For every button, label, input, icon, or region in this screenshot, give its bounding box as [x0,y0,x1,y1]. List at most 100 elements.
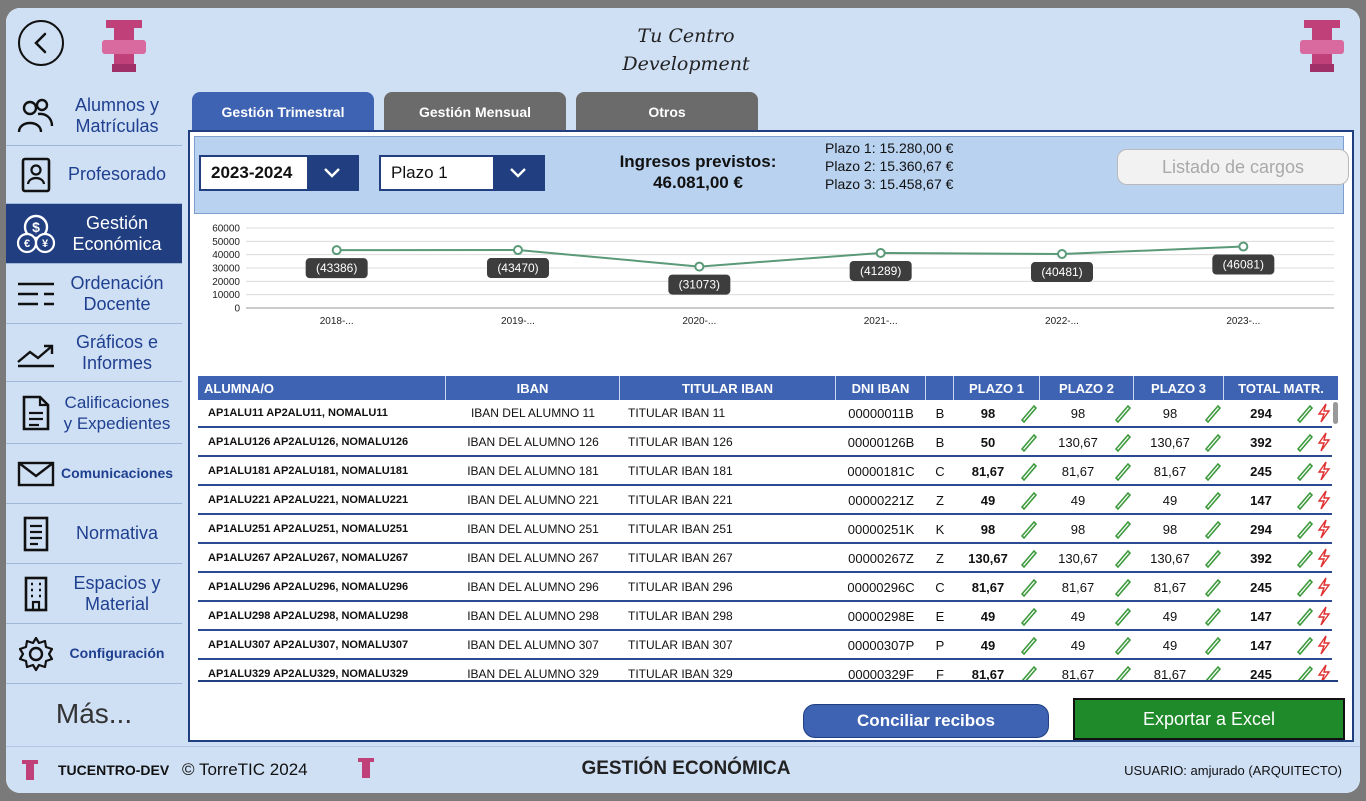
column-header-alumno[interactable]: ALUMNA/O [198,376,446,400]
lightning-icon[interactable] [1316,489,1332,511]
edit-pencil-icon[interactable] [1202,402,1224,424]
table-row[interactable]: AP1ALU181 AP2ALU181, NOMALU181 IBAN DEL A… [198,458,1332,486]
sidebar-item-alumnos[interactable]: Alumnos y Matrículas [6,86,182,146]
edit-pencil-icon[interactable] [1112,547,1134,569]
lightning-icon[interactable] [1316,605,1332,627]
edit-pencil-icon[interactable] [1294,431,1316,453]
column-header-total[interactable]: TOTAL MATR. [1224,376,1338,400]
table-scrollbar[interactable] [1333,402,1338,424]
year-dropdown[interactable]: 2023-2024 [199,155,359,191]
edit-pencil-icon[interactable] [1202,576,1224,598]
sidebar-item-normativa[interactable]: Normativa [6,504,182,564]
sidebar-item-graficos[interactable]: Gráficos e Informes [6,324,182,382]
edit-pencil-icon[interactable] [1202,663,1224,680]
edit-pencil-icon[interactable] [1294,489,1316,511]
edit-pencil-icon[interactable] [1018,489,1040,511]
edit-pencil-icon[interactable] [1202,489,1224,511]
y-tick-label: 0 [234,304,240,315]
table-row[interactable]: AP1ALU329 AP2ALU329, NOMALU329 IBAN DEL A… [198,661,1332,682]
lightning-icon[interactable] [1316,663,1332,680]
edit-pencil-icon[interactable] [1294,605,1316,627]
edit-pencil-icon[interactable] [1018,576,1040,598]
sidebar-item-espacios[interactable]: Espacios y Material [6,564,182,624]
listado-cargos-button[interactable]: Listado de cargos [1117,149,1349,185]
edit-pencil-icon[interactable] [1202,605,1224,627]
table-row[interactable]: AP1ALU298 AP2ALU298, NOMALU298 IBAN DEL A… [198,603,1332,631]
edit-pencil-icon[interactable] [1018,431,1040,453]
table-body[interactable]: AP1ALU11 AP2ALU11, NOMALU11 IBAN DEL ALUM… [198,400,1338,682]
plazo3-value: 81,67 [1153,666,1187,682]
sidebar-item-ordenacion[interactable]: Ordenación Docente [6,264,182,324]
edit-pencil-icon[interactable] [1018,663,1040,680]
tab-gestion-mensual[interactable]: Gestión Mensual [384,92,566,132]
sidebar-item-comunicaciones[interactable]: Comunicaciones [6,444,182,504]
edit-pencil-icon[interactable] [1294,663,1316,680]
table-row[interactable]: AP1ALU251 AP2ALU251, NOMALU251 IBAN DEL A… [198,516,1332,544]
sidebar-item-profesorado[interactable]: Profesorado [6,146,182,204]
svg-text:$: $ [32,219,40,235]
table-row[interactable]: AP1ALU221 AP2ALU221, NOMALU221 IBAN DEL A… [198,487,1332,515]
data-point [1057,249,1067,260]
more-button[interactable]: Más... [6,684,182,744]
plazo-dropdown[interactable]: Plazo 1 [379,155,545,191]
edit-pencil-icon[interactable] [1112,518,1134,540]
exportar-excel-button[interactable]: Exportar a Excel [1073,698,1345,740]
edit-pencil-icon[interactable] [1294,402,1316,424]
edit-pencil-icon[interactable] [1112,431,1134,453]
edit-pencil-icon[interactable] [1018,605,1040,627]
tab-otros[interactable]: Otros [576,92,758,132]
edit-pencil-icon[interactable] [1294,547,1316,569]
edit-pencil-icon[interactable] [1294,460,1316,482]
edit-pencil-icon[interactable] [1112,489,1134,511]
lightning-icon[interactable] [1316,402,1332,424]
edit-pencil-icon[interactable] [1018,634,1040,656]
table-row[interactable]: AP1ALU296 AP2ALU296, NOMALU296 IBAN DEL A… [198,574,1332,602]
cargos-table: ALUMNA/O IBAN TITULAR IBAN DNI IBAN PLAZ… [198,376,1338,682]
edit-pencil-icon[interactable] [1294,576,1316,598]
tab-gestion-trimestral[interactable]: Gestión Trimestral [192,92,374,132]
svg-text:¥: ¥ [42,238,49,250]
column-header-titular[interactable]: TITULAR IBAN [620,376,836,400]
edit-pencil-icon[interactable] [1112,605,1134,627]
lightning-icon[interactable] [1316,431,1332,453]
column-header-dni[interactable]: DNI IBAN [836,376,926,400]
column-header-plazo3[interactable]: PLAZO 3 [1134,376,1224,400]
lightning-icon[interactable] [1316,460,1332,482]
table-row[interactable]: AP1ALU307 AP2ALU307, NOMALU307 IBAN DEL A… [198,632,1332,660]
edit-pencil-icon[interactable] [1294,634,1316,656]
cell-alumno: AP1ALU11 AP2ALU11, NOMALU11 [208,407,388,419]
table-row[interactable]: AP1ALU11 AP2ALU11, NOMALU11 IBAN DEL ALUM… [198,400,1332,428]
edit-pencil-icon[interactable] [1018,402,1040,424]
column-header-plazo2[interactable]: PLAZO 2 [1040,376,1134,400]
edit-pencil-icon[interactable] [1202,431,1224,453]
edit-pencil-icon[interactable] [1018,518,1040,540]
column-header-plazo1[interactable]: PLAZO 1 [954,376,1040,400]
edit-pencil-icon[interactable] [1202,518,1224,540]
edit-pencil-icon[interactable] [1112,402,1134,424]
edit-pencil-icon[interactable] [1112,460,1134,482]
edit-pencil-icon[interactable] [1202,460,1224,482]
lightning-icon[interactable] [1316,518,1332,540]
cell-iban: IBAN DEL ALUMNO 251 [467,522,599,536]
sidebar-item-calificaciones[interactable]: Calificaciones y Expedientes [6,382,182,444]
table-row[interactable]: AP1ALU267 AP2ALU267, NOMALU267 IBAN DEL A… [198,545,1332,573]
edit-pencil-icon[interactable] [1202,634,1224,656]
table-row[interactable]: AP1ALU126 AP2ALU126, NOMALU126 IBAN DEL A… [198,429,1332,457]
cell-plazo3: 98 [1134,400,1224,427]
column-header-iban[interactable]: IBAN [446,376,620,400]
edit-pencil-icon[interactable] [1294,518,1316,540]
y-tick-label: 40000 [212,250,240,261]
edit-pencil-icon[interactable] [1112,634,1134,656]
edit-pencil-icon[interactable] [1018,460,1040,482]
lightning-icon[interactable] [1316,547,1332,569]
back-button[interactable] [18,20,64,66]
sidebar-item-configuracion[interactable]: Configuración [6,624,182,684]
edit-pencil-icon[interactable] [1018,547,1040,569]
edit-pencil-icon[interactable] [1112,576,1134,598]
conciliar-recibos-button[interactable]: Conciliar recibos [803,704,1049,738]
sidebar-item-gestion-economica[interactable]: $ € ¥ Gestión Económica [6,204,182,264]
edit-pencil-icon[interactable] [1112,663,1134,680]
lightning-icon[interactable] [1316,576,1332,598]
lightning-icon[interactable] [1316,634,1332,656]
edit-pencil-icon[interactable] [1202,547,1224,569]
